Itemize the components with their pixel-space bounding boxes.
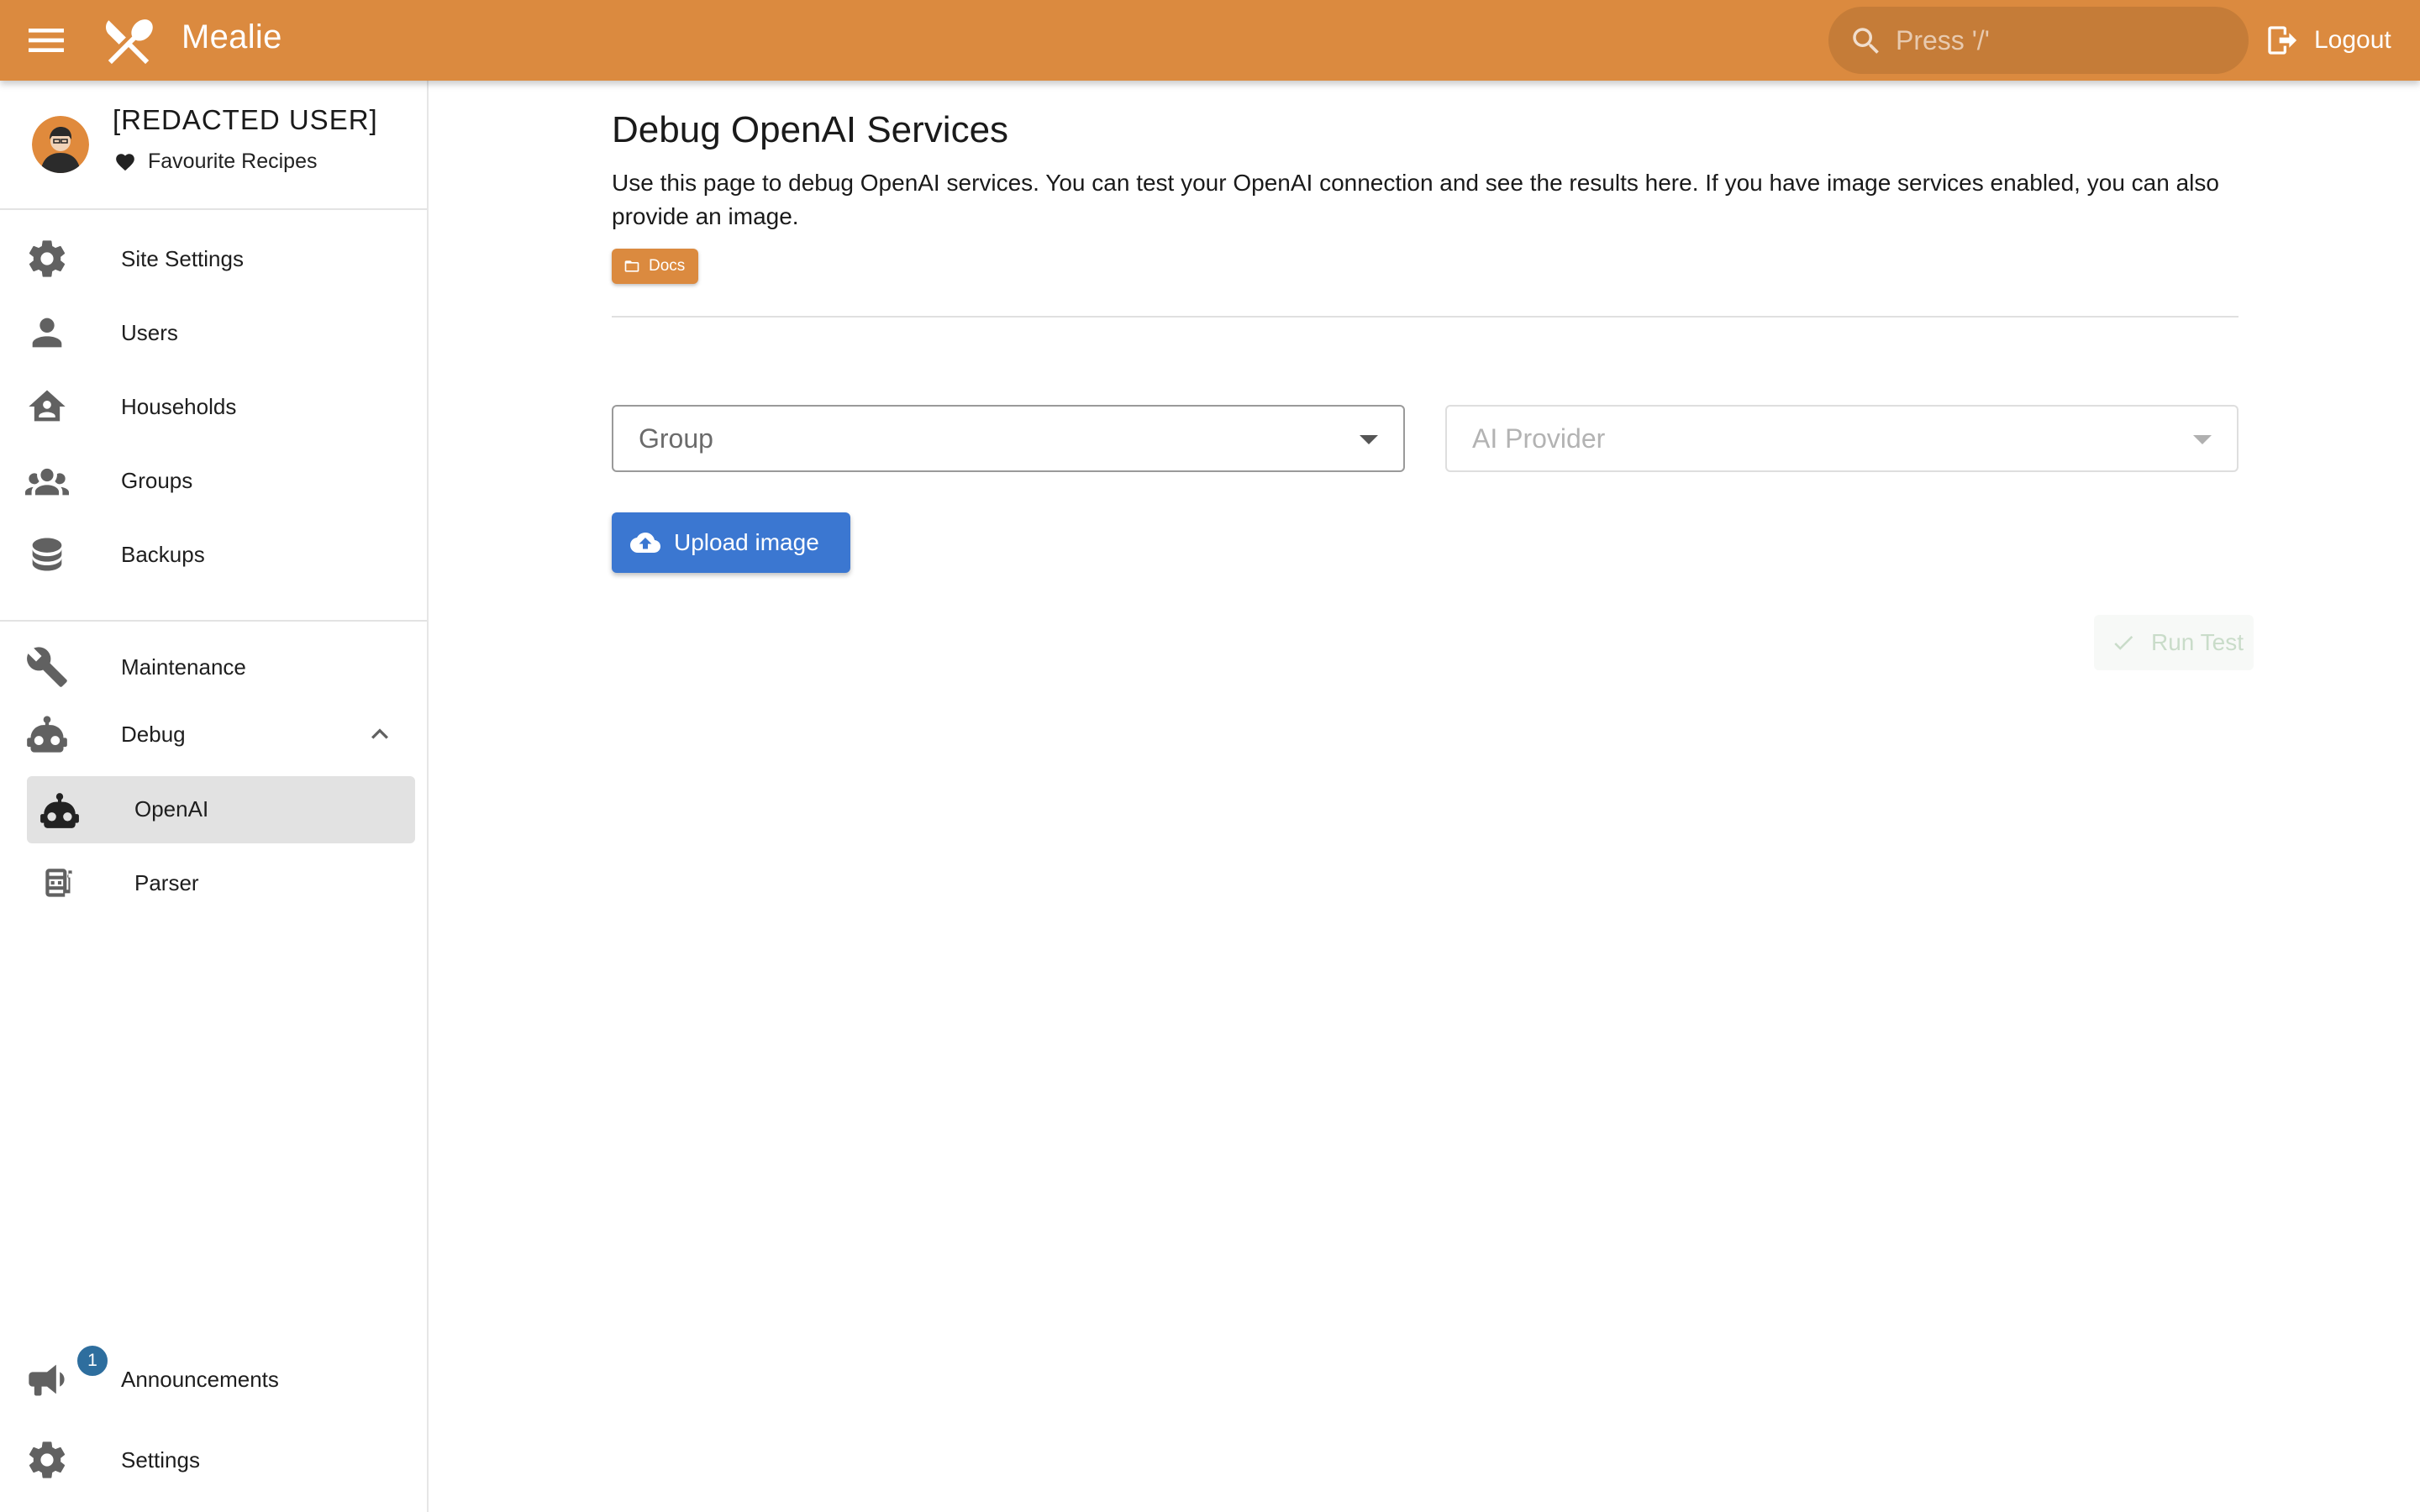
group-select[interactable]: Group — [612, 405, 1405, 472]
upload-image-button[interactable]: Upload image — [612, 512, 850, 573]
ai-provider-select[interactable]: AI Provider — [1445, 405, 2238, 472]
gear-icon — [25, 237, 69, 281]
sidebar-divider — [0, 620, 427, 622]
sidebar-item-label: Users — [121, 319, 178, 345]
sidebar-item-parser[interactable]: Parser — [27, 850, 415, 917]
logout-label: Logout — [2314, 26, 2391, 54]
app-bar: Mealie Logout — [0, 0, 2420, 81]
sidebar-item-backups[interactable]: Backups — [0, 521, 427, 588]
search-box[interactable] — [1828, 7, 2249, 74]
group-select-placeholder: Group — [639, 423, 713, 454]
avatar[interactable] — [32, 116, 89, 173]
wrench-icon — [25, 645, 69, 689]
slot-machine-icon — [39, 864, 81, 906]
account-group-icon — [25, 459, 69, 502]
run-test-label: Run Test — [2151, 629, 2244, 655]
page-title: Debug OpenAI Services — [612, 109, 1009, 150]
content-divider — [612, 316, 2238, 318]
page-description: Use this page to debug OpenAI services. … — [612, 170, 2219, 229]
chevron-up-icon[interactable] — [363, 717, 397, 751]
sidebar-item-label: Groups — [121, 467, 193, 493]
sidebar-item-groups[interactable]: Groups — [0, 447, 427, 514]
sidebar: [REDACTED USER] Favourite Recipes Site S… — [0, 81, 429, 1512]
app-title[interactable]: Mealie — [182, 18, 282, 56]
sidebar-item-label: Households — [121, 393, 237, 419]
menu-icon[interactable] — [22, 17, 71, 64]
dropdown-arrow-icon — [1360, 435, 1378, 444]
docs-button[interactable]: Docs — [612, 249, 699, 284]
sidebar-item-openai[interactable]: OpenAI — [27, 776, 415, 843]
sidebar-item-site-settings[interactable]: Site Settings — [0, 225, 427, 292]
robot-icon — [39, 790, 81, 832]
cloud-upload-icon — [630, 528, 660, 558]
announcement-badge: 1 — [76, 1344, 109, 1378]
mealie-logo-icon[interactable] — [99, 12, 158, 71]
sidebar-item-label: Maintenance — [121, 654, 246, 680]
robot-icon — [25, 712, 69, 756]
sidebar-divider — [0, 208, 427, 210]
sidebar-item-label: Backups — [121, 541, 205, 567]
person-icon — [25, 311, 69, 354]
main-content: Debug OpenAI Services Use this page to d… — [429, 81, 2420, 1512]
dropdown-arrow-icon — [2193, 435, 2212, 444]
sidebar-item-label: Settings — [121, 1446, 200, 1473]
home-account-icon — [25, 385, 69, 428]
sidebar-item-label: OpenAI — [134, 796, 209, 822]
user-block: [REDACTED USER] Favourite Recipes — [0, 81, 427, 208]
heart-icon — [114, 151, 136, 173]
logout-icon — [2265, 24, 2299, 57]
sidebar-item-debug[interactable]: Debug — [0, 701, 427, 768]
search-input[interactable] — [1896, 20, 2223, 60]
sidebar-item-label: Parser — [134, 870, 199, 895]
gear-icon — [25, 1438, 69, 1482]
folder-icon — [623, 258, 640, 275]
sidebar-item-announcements[interactable]: 1 Announcements — [0, 1344, 427, 1413]
database-icon — [25, 533, 69, 576]
sidebar-item-users[interactable]: Users — [0, 299, 427, 366]
favourite-recipes-label: Favourite Recipes — [148, 150, 318, 173]
upload-image-label: Upload image — [674, 529, 819, 555]
sidebar-item-label: Announcements — [121, 1366, 279, 1392]
logout-button[interactable]: Logout — [2265, 18, 2391, 62]
sidebar-item-label: Site Settings — [121, 245, 244, 271]
search-icon — [1849, 24, 1884, 59]
bullhorn-icon: 1 — [25, 1344, 109, 1401]
favourite-recipes-link[interactable]: Favourite Recipes — [114, 150, 317, 174]
user-name: [REDACTED USER] — [113, 104, 378, 135]
run-test-button[interactable]: Run Test — [2094, 615, 2254, 670]
sidebar-item-label: Debug — [121, 721, 186, 747]
sidebar-item-settings[interactable]: Settings — [0, 1426, 427, 1494]
sidebar-item-households[interactable]: Households — [0, 373, 427, 440]
check-icon — [2111, 630, 2136, 655]
docs-label: Docs — [649, 257, 686, 275]
ai-provider-select-placeholder: AI Provider — [1472, 423, 1606, 454]
sidebar-item-maintenance[interactable]: Maintenance — [0, 633, 427, 701]
